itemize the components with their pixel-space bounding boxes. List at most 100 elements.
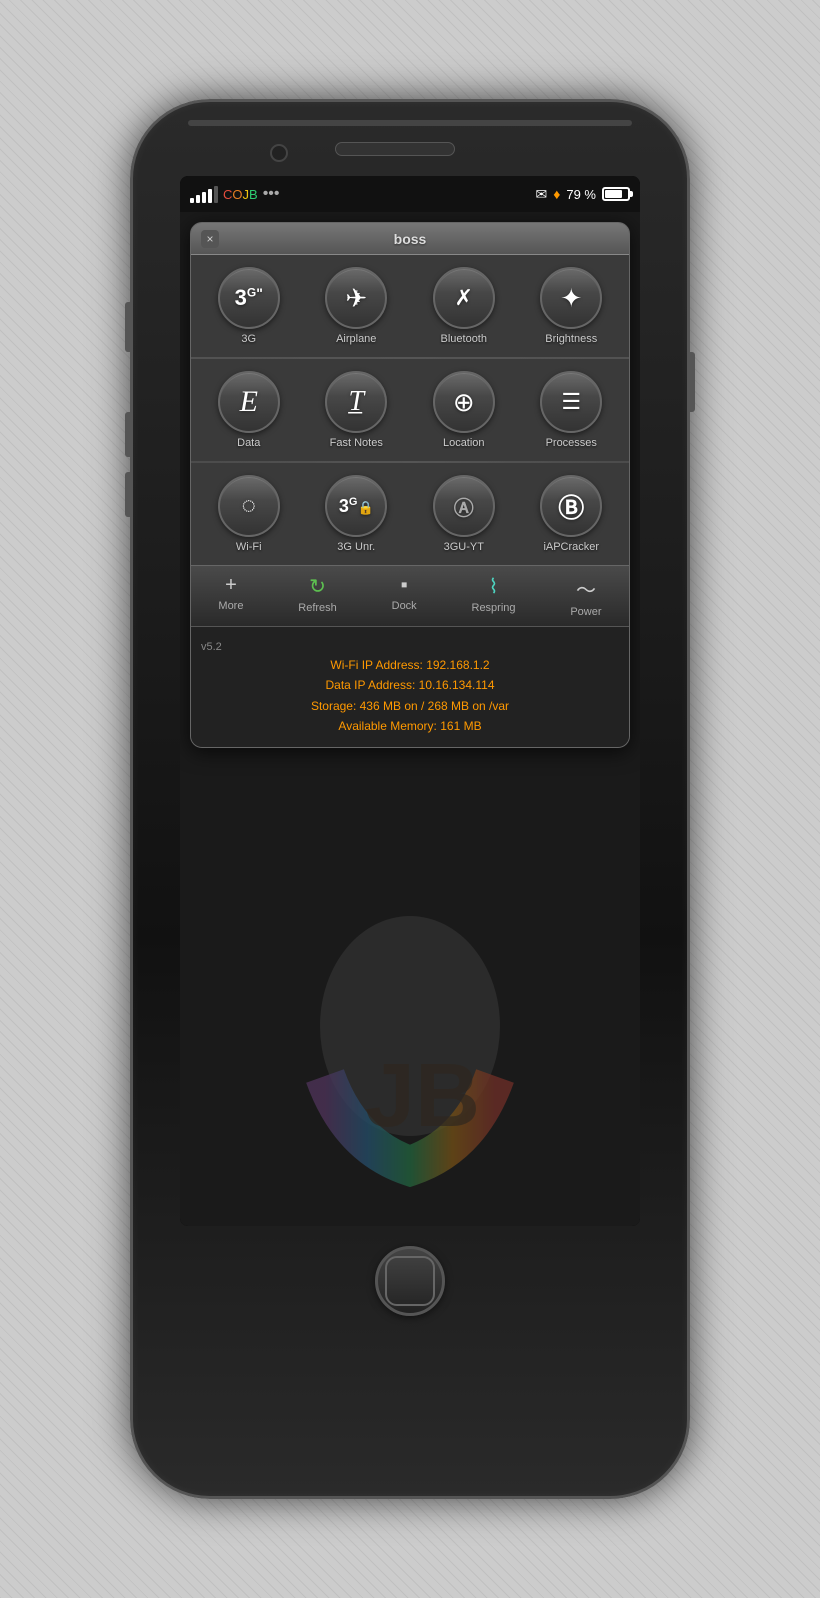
3guyt-icon-wrap: Ⓐ xyxy=(433,475,495,537)
home-button[interactable] xyxy=(375,1246,445,1316)
wifi-label: Wi-Fi xyxy=(236,541,262,553)
brightness-icon-wrap: ✦ xyxy=(540,267,602,329)
fastnotes-icon: T̲ xyxy=(348,386,364,418)
3g-icon-wrap: 3Gʺ xyxy=(218,267,280,329)
data-ip-line: Data IP Address: 10.16.134.114 xyxy=(201,675,619,695)
3gunr-icon-wrap: 3G🔒 xyxy=(325,475,387,537)
sbs-item-3guyt[interactable]: Ⓐ 3GU-YT xyxy=(410,467,518,561)
airplane-label: Airplane xyxy=(336,333,376,345)
cojb-b: B xyxy=(249,187,258,202)
sbs-item-data[interactable]: E Data xyxy=(195,363,303,457)
svg-text:JB: JB xyxy=(365,1046,480,1146)
sbs-item-processes[interactable]: ☰ Processes xyxy=(518,363,626,457)
sbs-item-iapcracker[interactable]: Ⓑ iAPCracker xyxy=(518,467,626,561)
signal-bar-3 xyxy=(202,192,206,203)
home-area xyxy=(375,1246,445,1316)
toolbar-more[interactable]: + More xyxy=(218,574,243,618)
mute-switch[interactable] xyxy=(125,302,131,352)
cojb-c: C xyxy=(223,187,232,202)
volume-down-button[interactable] xyxy=(125,472,131,517)
memory-line: Available Memory: 161 MB xyxy=(201,716,619,736)
battery-icon xyxy=(602,187,630,201)
refresh-label: Refresh xyxy=(298,602,337,614)
cojb-o: O xyxy=(232,187,242,202)
iapcracker-icon: Ⓑ xyxy=(558,488,584,525)
sbs-item-bluetooth[interactable]: ✗ Bluetooth xyxy=(410,259,518,353)
close-button[interactable]: × xyxy=(201,230,219,248)
location-sbs-icon: ⊕ xyxy=(453,387,475,418)
power-icon: 〜 xyxy=(576,574,596,603)
power-button[interactable] xyxy=(689,352,695,412)
sbs-item-location[interactable]: ⊕ Location xyxy=(410,363,518,457)
sbs-item-3gunr[interactable]: 3G🔒 3G Unr. xyxy=(303,467,411,561)
screen-background: × boss 3Gʺ 3G ✈ Airplane xyxy=(180,212,640,1226)
envelope-icon: ✉ xyxy=(535,186,547,203)
iapcracker-label: iAPCracker xyxy=(543,541,599,553)
sbs-header: × boss xyxy=(191,223,629,255)
signal-bar-4 xyxy=(208,189,212,203)
toolbar-power[interactable]: 〜 Power xyxy=(570,574,601,618)
sbs-item-brightness[interactable]: ✦ Brightness xyxy=(518,259,626,353)
airplane-icon-wrap: ✈ xyxy=(325,267,387,329)
toolbar-refresh[interactable]: ↻ Refresh xyxy=(298,574,337,618)
location-icon: ♦ xyxy=(553,186,560,202)
signal-bar-2 xyxy=(196,195,200,203)
location-icon-wrap: ⊕ xyxy=(433,371,495,433)
more-label: More xyxy=(218,600,243,612)
phone-screen: COJB ••• ✉ ♦ 79 % × xyxy=(180,176,640,1226)
fastnotes-icon-wrap: T̲ xyxy=(325,371,387,433)
signal-bar-1 xyxy=(190,198,194,203)
refresh-icon: ↻ xyxy=(309,574,326,599)
volume-up-button[interactable] xyxy=(125,412,131,457)
signal-bars xyxy=(190,186,218,203)
sbs-item-airplane[interactable]: ✈ Airplane xyxy=(303,259,411,353)
wifi-icon-wrap: ◌ xyxy=(218,475,280,537)
respring-icon: ⌇ xyxy=(489,574,499,599)
3g-label: 3G xyxy=(241,333,256,345)
toolbar-dock[interactable]: ▪ Dock xyxy=(392,574,417,618)
power-label: Power xyxy=(570,606,601,618)
processes-label: Processes xyxy=(546,437,597,449)
wifi-ip-line: Wi-Fi IP Address: 192.168.1.2 xyxy=(201,655,619,675)
sensor xyxy=(467,135,485,153)
battery-fill xyxy=(605,190,622,198)
3guyt-label: 3GU-YT xyxy=(444,541,484,553)
status-dots: ••• xyxy=(263,185,280,203)
3guyt-icon: Ⓐ xyxy=(454,492,474,521)
dock-label: Dock xyxy=(392,600,417,612)
bluetooth-icon: ✗ xyxy=(455,285,473,311)
toolbar-respring[interactable]: ⌇ Respring xyxy=(472,574,516,618)
sbs-item-wifi[interactable]: ◌ Wi-Fi xyxy=(195,467,303,561)
home-button-inner xyxy=(385,1256,435,1306)
data-label: Data xyxy=(237,437,260,449)
battery-percent: 79 % xyxy=(566,187,596,202)
respring-label: Respring xyxy=(472,602,516,614)
data-icon-wrap: E xyxy=(218,371,280,433)
status-right: ✉ ♦ 79 % xyxy=(535,186,630,203)
sbs-grid-row2: E Data T̲ Fast Notes ⊕ Loca xyxy=(191,359,629,461)
sbs-item-fastnotes[interactable]: T̲ Fast Notes xyxy=(303,363,411,457)
processes-icon: ☰ xyxy=(561,389,581,415)
fastnotes-label: Fast Notes xyxy=(330,437,383,449)
signal-bar-5 xyxy=(214,186,218,203)
sbs-item-3g[interactable]: 3Gʺ 3G xyxy=(195,259,303,353)
status-left: COJB ••• xyxy=(190,185,280,203)
status-bar: COJB ••• ✉ ♦ 79 % xyxy=(180,176,640,212)
sbs-panel: × boss 3Gʺ 3G ✈ Airplane xyxy=(190,222,630,748)
watermark: JB xyxy=(270,906,550,1206)
data-icon: E xyxy=(240,385,258,419)
dock-icon: ▪ xyxy=(401,574,408,597)
processes-icon-wrap: ☰ xyxy=(540,371,602,433)
iapcracker-icon-wrap: Ⓑ xyxy=(540,475,602,537)
3gunr-icon: 3G🔒 xyxy=(339,496,374,517)
top-bar xyxy=(188,120,631,126)
sbs-grid-row1: 3Gʺ 3G ✈ Airplane ✗ Bluetoo xyxy=(191,255,629,357)
sbs-info-panel: v5.2 Wi-Fi IP Address: 192.168.1.2 Data … xyxy=(191,626,629,747)
location-label: Location xyxy=(443,437,485,449)
wifi-icon: ◌ xyxy=(242,492,256,520)
bluetooth-label: Bluetooth xyxy=(441,333,487,345)
bluetooth-icon-wrap: ✗ xyxy=(433,267,495,329)
brightness-icon: ✦ xyxy=(560,283,582,314)
3gunr-label: 3G Unr. xyxy=(337,541,375,553)
airplane-icon: ✈ xyxy=(345,283,367,314)
